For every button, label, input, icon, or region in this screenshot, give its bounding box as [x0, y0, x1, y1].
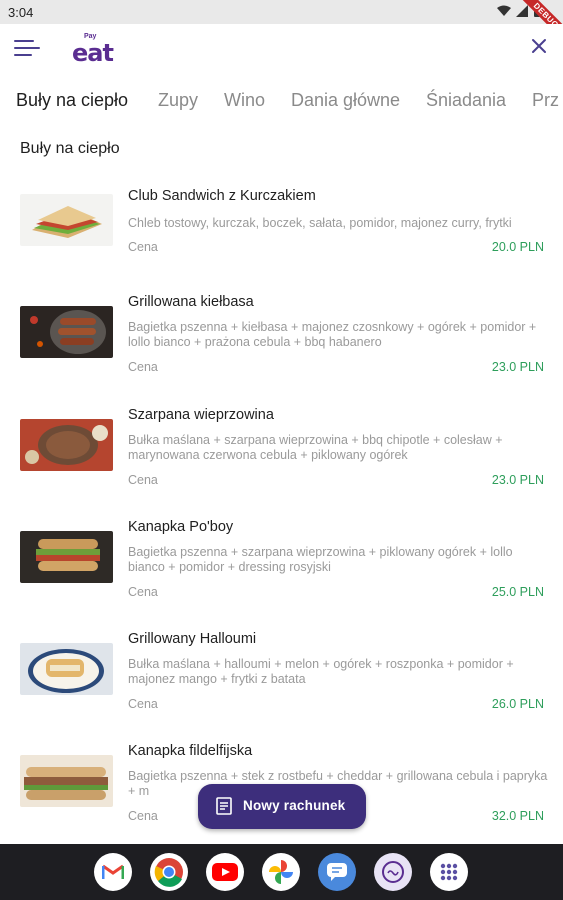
category-tabs: Buły na ciepło Zupy Wino Dania główne Śn…: [0, 80, 563, 124]
tab-buly-na-cieplo[interactable]: Buły na ciepło: [16, 90, 128, 111]
tab-zupy[interactable]: Zupy: [158, 90, 198, 111]
item-price: 25.0 PLN: [491, 585, 544, 599]
item-image: [20, 306, 113, 358]
signal-icon: [516, 4, 528, 17]
new-bill-label: Nowy rachunek: [243, 798, 346, 813]
menu-item[interactable]: Kanapka Po'boy Bagietka pszenna + szarpa…: [0, 517, 563, 625]
tab-partial[interactable]: Prz: [532, 90, 559, 111]
receipt-icon: [216, 797, 232, 815]
item-image: [20, 419, 113, 471]
payeat-app-icon[interactable]: [374, 853, 412, 891]
item-price-label: Cena: [128, 360, 158, 374]
tab-wino[interactable]: Wino: [224, 90, 265, 111]
item-description: Chleb tostowy, kurczak, boczek, sałata, …: [128, 216, 512, 230]
nav-dock: [0, 844, 563, 900]
item-price-label: Cena: [128, 473, 158, 487]
item-description: Bagietka pszenna + kiełbasa + majonez cz…: [128, 320, 537, 349]
status-bar: 3:04 DEBUG: [0, 0, 563, 52]
item-image: [20, 643, 113, 695]
close-icon: [532, 39, 546, 53]
youtube-icon[interactable]: [206, 853, 244, 891]
item-image: [20, 194, 113, 246]
menu-item[interactable]: Club Sandwich z Kurczakiem Chleb tostowy…: [0, 186, 563, 294]
item-price: 23.0 PLN: [491, 360, 544, 374]
photos-icon[interactable]: [262, 853, 300, 891]
menu-item[interactable]: Grillowany Halloumi Bułka maślana + hall…: [0, 629, 563, 737]
chrome-icon[interactable]: [150, 853, 188, 891]
close-button[interactable]: [529, 36, 549, 56]
section-title: Buły na ciepło: [20, 140, 120, 157]
messages-icon[interactable]: [318, 853, 356, 891]
item-price: 32.0 PLN: [491, 809, 544, 823]
tab-sniadania[interactable]: Śniadania: [426, 90, 506, 111]
item-description: Bagietka pszenna + szarpana wieprzowina …: [128, 545, 513, 574]
new-bill-button[interactable]: Nowy rachunek: [198, 784, 366, 829]
item-price: 20.0 PLN: [491, 240, 544, 254]
app-bar: Pay eat: [0, 24, 563, 74]
item-name: Kanapka fildelfijska: [128, 743, 253, 759]
menu-button[interactable]: [14, 40, 40, 60]
item-price-label: Cena: [128, 809, 158, 823]
item-name: Grillowany Halloumi: [128, 631, 257, 647]
item-price-label: Cena: [128, 697, 158, 711]
item-name: Szarpana wieprzowina: [128, 407, 274, 423]
item-price: 23.0 PLN: [491, 473, 544, 487]
menu-item[interactable]: Szarpana wieprzowina Bułka maślana + sza…: [0, 405, 563, 513]
item-name: Kanapka Po'boy: [128, 519, 234, 535]
item-name: Grillowana kiełbasa: [128, 294, 254, 310]
item-image: [20, 755, 113, 807]
menu-item[interactable]: Grillowana kiełbasa Bagietka pszenna + k…: [0, 292, 563, 400]
app-drawer-icon[interactable]: [430, 853, 468, 891]
item-price: 26.0 PLN: [491, 697, 544, 711]
tab-dania-glowne[interactable]: Dania główne: [291, 90, 400, 111]
item-price-label: Cena: [128, 585, 158, 599]
wifi-icon: [497, 5, 511, 16]
logo-word: eat: [72, 39, 114, 67]
item-name: Club Sandwich z Kurczakiem: [128, 188, 316, 204]
item-price-label: Cena: [128, 240, 158, 254]
item-description: Bułka maślana + szarpana wieprzowina + b…: [128, 433, 503, 462]
item-description: Bułka maślana + halloumi + melon + ogóre…: [128, 657, 514, 686]
item-image: [20, 531, 113, 583]
gmail-icon[interactable]: [94, 853, 132, 891]
status-time: 3:04: [8, 5, 34, 20]
app-logo: Pay eat: [72, 33, 114, 67]
